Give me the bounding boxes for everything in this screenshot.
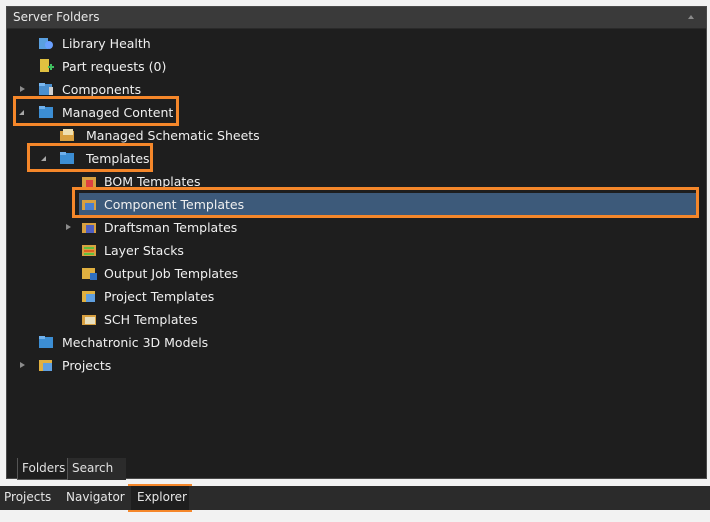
projects-icon xyxy=(38,357,54,373)
tree-item-label: Project Templates xyxy=(104,289,215,304)
layer-stacks-icon xyxy=(81,242,97,258)
schematic-sheets-icon xyxy=(59,127,75,143)
tab-folders[interactable]: Folders xyxy=(17,458,68,480)
tree-item-label: Layer Stacks xyxy=(104,243,184,258)
component-templates-icon xyxy=(81,196,97,212)
tree-item-projects[interactable]: Projects xyxy=(7,354,707,377)
tree-item-label: Templates xyxy=(86,151,150,166)
sch-templates-icon xyxy=(81,311,97,327)
tree-item-label: Managed Content xyxy=(62,105,174,120)
tree-item-label: Output Job Templates xyxy=(104,266,239,281)
panel-title: Server Folders xyxy=(13,10,100,24)
tab-search[interactable]: Search xyxy=(68,458,126,480)
tree-item-mechatronic-3d-models[interactable]: Mechatronic 3D Models xyxy=(7,331,707,354)
bom-templates-icon xyxy=(81,173,97,189)
tree-item-label: Part requests (0) xyxy=(62,59,167,74)
tree-item-bom-templates[interactable]: BOM Templates xyxy=(7,170,707,193)
library-health-icon xyxy=(38,35,54,51)
bottom-panel-tabs: Projects Navigator Explorer xyxy=(0,486,710,510)
tree-item-label: SCH Templates xyxy=(104,312,198,327)
tab-explorer[interactable]: Explorer xyxy=(131,486,189,510)
tree-item-draftsman-templates[interactable]: Draftsman Templates xyxy=(7,216,707,239)
panel-header: Server Folders xyxy=(7,7,706,29)
tree-item-components[interactable]: Components xyxy=(7,78,707,101)
tree-item-label: Draftsman Templates xyxy=(104,220,238,235)
draftsman-templates-icon xyxy=(81,219,97,235)
tree-item-label: Component Templates xyxy=(104,197,245,212)
tree-item-templates[interactable]: Templates xyxy=(7,147,707,170)
server-folders-panel: Server Folders Library Health Part reque… xyxy=(6,6,707,480)
tree-item-label: Library Health xyxy=(62,36,151,51)
tree-item-label: Mechatronic 3D Models xyxy=(62,335,209,350)
expand-arrow-icon[interactable] xyxy=(18,354,28,377)
tree-item-layer-stacks[interactable]: Layer Stacks xyxy=(7,239,707,262)
tab-navigator[interactable]: Navigator xyxy=(66,486,128,510)
output-job-icon xyxy=(81,265,97,281)
tree-item-output-job-templates[interactable]: Output Job Templates xyxy=(7,262,707,285)
folder-icon xyxy=(38,334,54,350)
folder-icon xyxy=(38,104,54,120)
tab-projects[interactable]: Projects xyxy=(4,486,56,510)
tree-item-label: BOM Templates xyxy=(104,174,201,189)
project-templates-icon xyxy=(81,288,97,304)
components-folder-icon xyxy=(38,81,54,97)
expand-arrow-icon[interactable] xyxy=(18,78,28,101)
tree-item-label: Components xyxy=(62,82,142,97)
tree-item-managed-schematic-sheets[interactable]: Managed Schematic Sheets xyxy=(7,124,707,147)
expand-arrow-icon[interactable] xyxy=(64,216,74,239)
tree-item-sch-templates[interactable]: SCH Templates xyxy=(7,308,707,331)
tree-item-label: Projects xyxy=(62,358,112,373)
folder-icon xyxy=(59,150,75,166)
collapse-arrow-icon[interactable] xyxy=(18,101,28,124)
collapse-up-icon[interactable] xyxy=(688,15,694,19)
tree-item-library-health[interactable]: Library Health xyxy=(7,32,707,55)
part-requests-icon xyxy=(38,58,54,74)
collapse-arrow-icon[interactable] xyxy=(40,147,50,170)
tree-item-managed-content[interactable]: Managed Content xyxy=(7,101,707,124)
tree-item-project-templates[interactable]: Project Templates xyxy=(7,285,707,308)
tree-item-part-requests[interactable]: Part requests (0) xyxy=(7,55,707,78)
tree-item-component-templates[interactable]: Component Templates xyxy=(7,193,707,216)
tree-item-label: Managed Schematic Sheets xyxy=(86,128,260,143)
